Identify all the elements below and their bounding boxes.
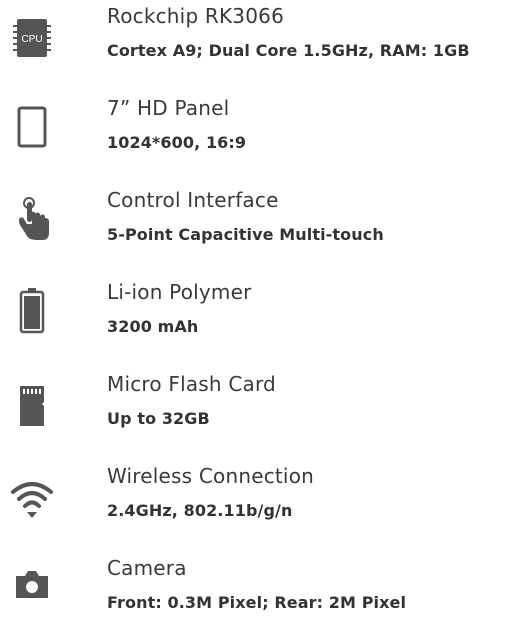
spec-item-processor: CPU Rockchip RK3066 Cortex A9; Dual Core… <box>0 0 515 92</box>
spec-title: Wireless Connection <box>107 464 315 488</box>
wifi-icon <box>8 474 56 522</box>
cpu-icon: CPU <box>8 14 56 62</box>
spec-description: 1024*600, 16:9 <box>107 133 247 152</box>
spec-description: 5-Point Capacitive Multi-touch <box>107 225 384 244</box>
tablet-icon <box>8 104 56 152</box>
camera-icon <box>8 560 56 608</box>
spec-description: 3200 mAh <box>107 317 199 336</box>
spec-item-display: 7” HD Panel 1024*600, 16:9 <box>0 92 515 184</box>
spec-title: Li-ion Polymer <box>107 280 252 304</box>
spec-description: Cortex A9; Dual Core 1.5GHz, RAM: 1GB <box>107 41 470 60</box>
spec-item-storage: Micro Flash Card Up to 32GB <box>0 368 515 460</box>
spec-item-camera: Camera Front: 0.3M Pixel; Rear: 2M Pixel <box>0 552 515 644</box>
spec-title: Micro Flash Card <box>107 372 276 396</box>
spec-description: 2.4GHz, 802.11b/g/n <box>107 501 293 520</box>
spec-item-battery: Li-ion Polymer 3200 mAh <box>0 276 515 368</box>
spec-title: 7” HD Panel <box>107 96 230 120</box>
sd-card-icon <box>8 382 56 430</box>
spec-item-wireless: Wireless Connection 2.4GHz, 802.11b/g/n <box>0 460 515 552</box>
touch-hand-icon <box>8 194 56 242</box>
battery-icon <box>8 286 56 334</box>
spec-item-touch: Control Interface 5-Point Capacitive Mul… <box>0 184 515 276</box>
spec-description: Up to 32GB <box>107 409 210 428</box>
spec-title: Camera <box>107 556 187 580</box>
spec-title: Control Interface <box>107 188 279 212</box>
spec-title: Rockchip RK3066 <box>107 4 285 28</box>
cpu-icon-label: CPU <box>21 34 42 45</box>
spec-list: CPU Rockchip RK3066 Cortex A9; Dual Core… <box>0 0 515 619</box>
spec-description: Front: 0.3M Pixel; Rear: 2M Pixel <box>107 593 407 612</box>
